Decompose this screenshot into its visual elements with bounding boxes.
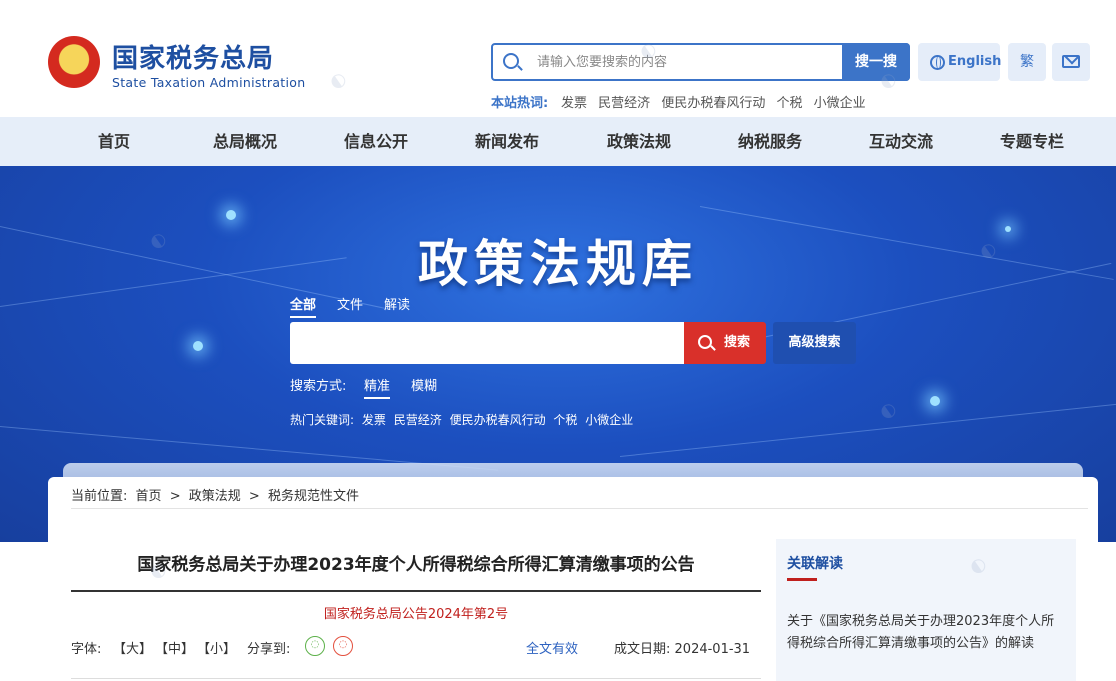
document-number: 国家税务总局公告2024年第2号 [323, 607, 509, 622]
traditional-chinese-button[interactable]: 繁 [1008, 43, 1046, 81]
nav-item-overview[interactable]: 总局概况 [195, 117, 295, 166]
font-small-button[interactable]: 【小】 [197, 638, 236, 657]
search-mode-fuzzy[interactable]: 模糊 [411, 375, 437, 394]
nav-item-tax-service[interactable]: 纳税服务 [720, 117, 820, 166]
policy-search-button-label: 搜索 [724, 335, 751, 350]
search-mode-exact[interactable]: 精准 [364, 375, 391, 399]
nav-item-topics[interactable]: 专题专栏 [982, 117, 1082, 166]
main-nav: 首页 总局概况 信息公开 新闻发布 政策法规 纳税服务 互动交流 专题专栏 [0, 117, 1116, 166]
hot-keywords-row: 热门关键词: 发票 民营经济 便民办税春风行动 个税 小微企业 [290, 411, 637, 428]
hot-words-label: 本站热词: [491, 96, 549, 111]
issue-date-label: 成文日期: [614, 642, 671, 657]
search-mode-label: 搜索方式: [290, 379, 347, 394]
tab-interpretations[interactable]: 解读 [384, 294, 410, 313]
hot-keywords-label: 热门关键词: [290, 413, 355, 427]
site-logo-english[interactable]: State Taxation Administration [112, 75, 305, 90]
issue-date: 成文日期: 2024-01-31 [614, 638, 750, 657]
nav-item-home[interactable]: 首页 [64, 117, 164, 166]
article-title: 国家税务总局关于办理2023年度个人所得税综合所得汇算清缴事项的公告 [137, 555, 695, 575]
breadcrumb-home[interactable]: 首页 [136, 489, 162, 504]
banner-title: 政策法规库 [418, 234, 698, 293]
hot-keyword-link[interactable]: 便民办税春风行动 [450, 413, 546, 427]
related-interpretation-panel: 关联解读 关于《国家税务总局关于办理2023年度个人所得税综合所得汇算清缴事项的… [776, 539, 1076, 681]
globe-icon [930, 55, 945, 70]
breadcrumb-divider [71, 508, 1088, 509]
tab-all[interactable]: 全部 [290, 294, 317, 318]
tab-documents[interactable]: 文件 [337, 294, 363, 313]
font-size-label: 字体: [71, 642, 102, 657]
wechat-share-icon[interactable]: ◌ [305, 636, 325, 656]
site-search-box: 搜一搜 [491, 43, 910, 81]
hot-word-link[interactable]: 民营经济 [598, 96, 650, 111]
national-emblem-icon[interactable]: ★ [48, 36, 100, 88]
hot-words-list: 发票 民营经济 便民办税春风行动 个税 小微企业 [561, 92, 873, 111]
hot-word-link[interactable]: 发票 [561, 96, 587, 111]
nav-item-news[interactable]: 新闻发布 [457, 117, 557, 166]
validity-status: 全文有效 [526, 642, 579, 657]
english-button-label: English [948, 54, 1002, 69]
font-large-button[interactable]: 【大】 [113, 638, 152, 657]
nav-item-policy[interactable]: 政策法规 [589, 117, 689, 166]
search-icon [698, 335, 712, 349]
weibo-share-icon[interactable]: ◌ [333, 636, 353, 656]
english-button[interactable]: English [918, 43, 1002, 81]
hot-word-link[interactable]: 个税 [776, 96, 802, 111]
title-divider [71, 590, 761, 592]
related-interpretation-link[interactable]: 关于《国家税务总局关于办理2023年度个人所得税综合所得汇算清缴事项的公告》的解… [787, 611, 1067, 655]
site-header: ★ 国家税务总局 State Taxation Administration 搜… [0, 0, 1116, 117]
hot-keyword-link[interactable]: 发票 [362, 413, 386, 427]
related-interpretation-title: 关联解读 [787, 556, 843, 572]
hot-word-link[interactable]: 小微企业 [814, 96, 866, 111]
breadcrumb-policy[interactable]: 政策法规 [189, 489, 241, 504]
breadcrumb-separator: > [248, 489, 260, 504]
font-medium-button[interactable]: 【中】 [155, 638, 194, 657]
share-label: 分享到: [247, 642, 291, 657]
hot-word-link[interactable]: 便民办税春风行动 [661, 96, 765, 111]
policy-search-button[interactable]: 搜索 [684, 322, 766, 364]
hot-keyword-link[interactable]: 民营经济 [394, 413, 442, 427]
breadcrumb-normative-docs[interactable]: 税务规范性文件 [268, 489, 359, 504]
breadcrumb-separator: > [169, 489, 181, 504]
policy-search-input[interactable] [290, 322, 684, 364]
site-logo-chinese[interactable]: 国家税务总局 [112, 38, 274, 75]
mail-icon [1062, 55, 1080, 68]
nav-item-interaction[interactable]: 互动交流 [851, 117, 951, 166]
advanced-search-button[interactable]: 高级搜索 [773, 322, 856, 364]
hot-keyword-link[interactable]: 小微企业 [585, 413, 633, 427]
issue-date-value: 2024-01-31 [674, 642, 751, 657]
breadcrumb: 当前位置: 首页 > 政策法规 > 税务规范性文件 [71, 485, 363, 504]
hot-keyword-link[interactable]: 个税 [553, 413, 577, 427]
nav-item-info-disclosure[interactable]: 信息公开 [326, 117, 426, 166]
site-search-input[interactable] [537, 52, 827, 72]
site-search-button[interactable]: 搜一搜 [842, 43, 910, 81]
meta-divider [71, 678, 761, 679]
breadcrumb-label: 当前位置: [71, 489, 128, 504]
mail-button[interactable] [1052, 43, 1090, 81]
title-underline [787, 578, 817, 581]
search-icon [503, 53, 519, 69]
